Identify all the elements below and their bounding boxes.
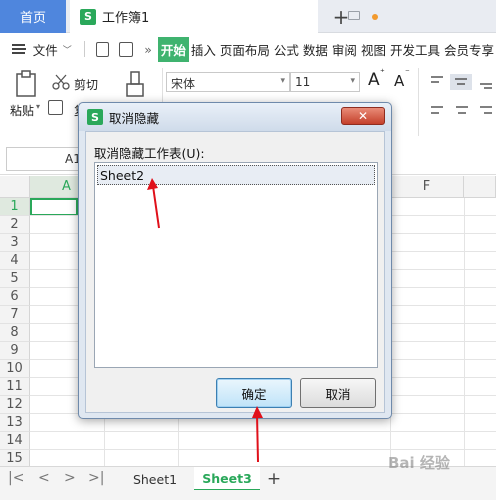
new-tab-button[interactable]: + bbox=[330, 0, 352, 33]
unhide-dialog: S 取消隐藏 ✕ 取消隐藏工作表(U): Sheet2 确定 取消 bbox=[78, 102, 392, 419]
menu-home[interactable]: 开始 bbox=[157, 36, 189, 62]
hidden-sheet-list[interactable]: Sheet2 bbox=[94, 162, 378, 368]
chevron-down-icon[interactable]: ﹀ bbox=[63, 43, 72, 56]
sheet-list-label: 取消隐藏工作表(U): bbox=[94, 146, 205, 161]
increase-font-button[interactable]: A bbox=[368, 70, 380, 90]
menu-view[interactable]: 视图 bbox=[359, 40, 388, 59]
decrease-arrow-icon: ⁻ bbox=[405, 68, 410, 78]
format-painter-icon[interactable] bbox=[124, 70, 146, 100]
cut-button[interactable]: 剪切 bbox=[74, 76, 98, 93]
row-header-14[interactable]: 14 bbox=[0, 432, 30, 450]
row-header-8[interactable]: 8 bbox=[0, 324, 30, 342]
menu-review[interactable]: 审阅 bbox=[330, 40, 359, 59]
dialog-body: 取消隐藏工作表(U): Sheet2 确定 取消 bbox=[85, 131, 385, 413]
font-size-select[interactable]: 11 ▾ bbox=[290, 72, 360, 92]
decrease-font-button[interactable]: A bbox=[394, 72, 404, 90]
row-header-4[interactable]: 4 bbox=[0, 252, 30, 270]
tab-bar: 首页 S 工作簿1 + bbox=[0, 0, 496, 33]
menu-insert[interactable]: 插入 bbox=[189, 40, 218, 59]
font-size-value: 11 bbox=[295, 75, 311, 89]
increase-arrow-icon: ⁺ bbox=[380, 68, 385, 78]
align-top-icons[interactable] bbox=[428, 74, 496, 90]
chevron-down-icon: ▾ bbox=[350, 76, 355, 86]
sheet-tab-sheet1[interactable]: Sheet1 bbox=[120, 467, 190, 491]
sheet-tab-sheet3[interactable]: Sheet3 bbox=[194, 467, 260, 491]
divider bbox=[83, 41, 85, 57]
grid-line bbox=[464, 198, 465, 466]
row-header-9[interactable]: 9 bbox=[0, 342, 30, 360]
annotation-arrow-icon bbox=[252, 406, 263, 463]
tab-workbook[interactable]: S 工作簿1 bbox=[70, 0, 378, 33]
hamburger-icon[interactable] bbox=[12, 44, 26, 54]
spreadsheet-logo-icon: S bbox=[80, 8, 96, 25]
menu-bar: 文件 ﹀ » 开始 插入 页面布局 公式 数据 审阅 视图 开发工具 会员专享 bbox=[0, 34, 496, 64]
prev-sheet-icon[interactable]: < bbox=[38, 470, 50, 486]
cancel-button[interactable]: 取消 bbox=[300, 378, 376, 408]
unsaved-dot-icon bbox=[372, 14, 378, 20]
align-horizontal-icons[interactable] bbox=[428, 104, 496, 118]
row-header-15[interactable]: 15 bbox=[0, 450, 30, 466]
selected-cell-a1[interactable] bbox=[30, 198, 78, 216]
select-all-corner[interactable] bbox=[0, 176, 30, 198]
row-header-11[interactable]: 11 bbox=[0, 378, 30, 396]
list-item-sheet2[interactable]: Sheet2 bbox=[97, 165, 375, 185]
spreadsheet-logo-icon: S bbox=[87, 109, 103, 125]
menu-data[interactable]: 数据 bbox=[301, 40, 330, 59]
menu-member[interactable]: 会员专享 bbox=[442, 40, 496, 59]
divider bbox=[418, 68, 419, 136]
export-icon[interactable] bbox=[119, 41, 134, 57]
more-icon[interactable]: » bbox=[144, 42, 152, 57]
column-header-g[interactable] bbox=[464, 176, 496, 198]
chevron-down-icon: ▾ bbox=[280, 76, 285, 86]
row-header-13[interactable]: 13 bbox=[0, 414, 30, 432]
watermark: Bai 经验 bbox=[388, 454, 450, 472]
first-sheet-icon[interactable]: |< bbox=[8, 470, 24, 486]
tab-home[interactable]: 首页 bbox=[0, 0, 66, 33]
row-header-7[interactable]: 7 bbox=[0, 306, 30, 324]
row-header-10[interactable]: 10 bbox=[0, 360, 30, 378]
font-name-select[interactable]: 宋体 ▾ bbox=[166, 72, 290, 92]
row-header-6[interactable]: 6 bbox=[0, 288, 30, 306]
last-sheet-icon[interactable]: >| bbox=[88, 470, 104, 486]
row-header-12[interactable]: 12 bbox=[0, 396, 30, 414]
name-box[interactable]: A1 bbox=[6, 147, 82, 171]
close-button[interactable]: ✕ bbox=[341, 107, 385, 125]
menu-developer[interactable]: 开发工具 bbox=[388, 40, 442, 59]
copy-icon[interactable] bbox=[48, 100, 63, 115]
font-name-value: 宋体 bbox=[171, 77, 196, 91]
next-sheet-icon[interactable]: > bbox=[64, 470, 76, 486]
row-header-2[interactable]: 2 bbox=[0, 216, 30, 234]
scissors-icon[interactable] bbox=[52, 74, 70, 90]
paste-icon[interactable] bbox=[14, 70, 40, 98]
dialog-title: 取消隐藏 bbox=[109, 110, 160, 126]
save-icon[interactable] bbox=[95, 41, 110, 57]
column-header-f[interactable]: F bbox=[390, 176, 464, 198]
annotation-arrow-icon bbox=[147, 178, 160, 229]
row-header-5[interactable]: 5 bbox=[0, 270, 30, 288]
paste-dropdown-icon[interactable]: ▾ bbox=[36, 102, 40, 111]
menu-formulas[interactable]: 公式 bbox=[272, 40, 301, 59]
status-bar bbox=[0, 490, 496, 500]
menu-page-layout[interactable]: 页面布局 bbox=[218, 40, 272, 59]
workbook-title: 工作簿1 bbox=[102, 11, 150, 26]
paste-button[interactable]: 粘贴 bbox=[10, 102, 34, 119]
add-sheet-button[interactable]: + bbox=[264, 467, 284, 491]
row-header-1[interactable]: 1 bbox=[0, 198, 30, 216]
row-header-3[interactable]: 3 bbox=[0, 234, 30, 252]
menu-file[interactable]: 文件 bbox=[31, 40, 60, 59]
